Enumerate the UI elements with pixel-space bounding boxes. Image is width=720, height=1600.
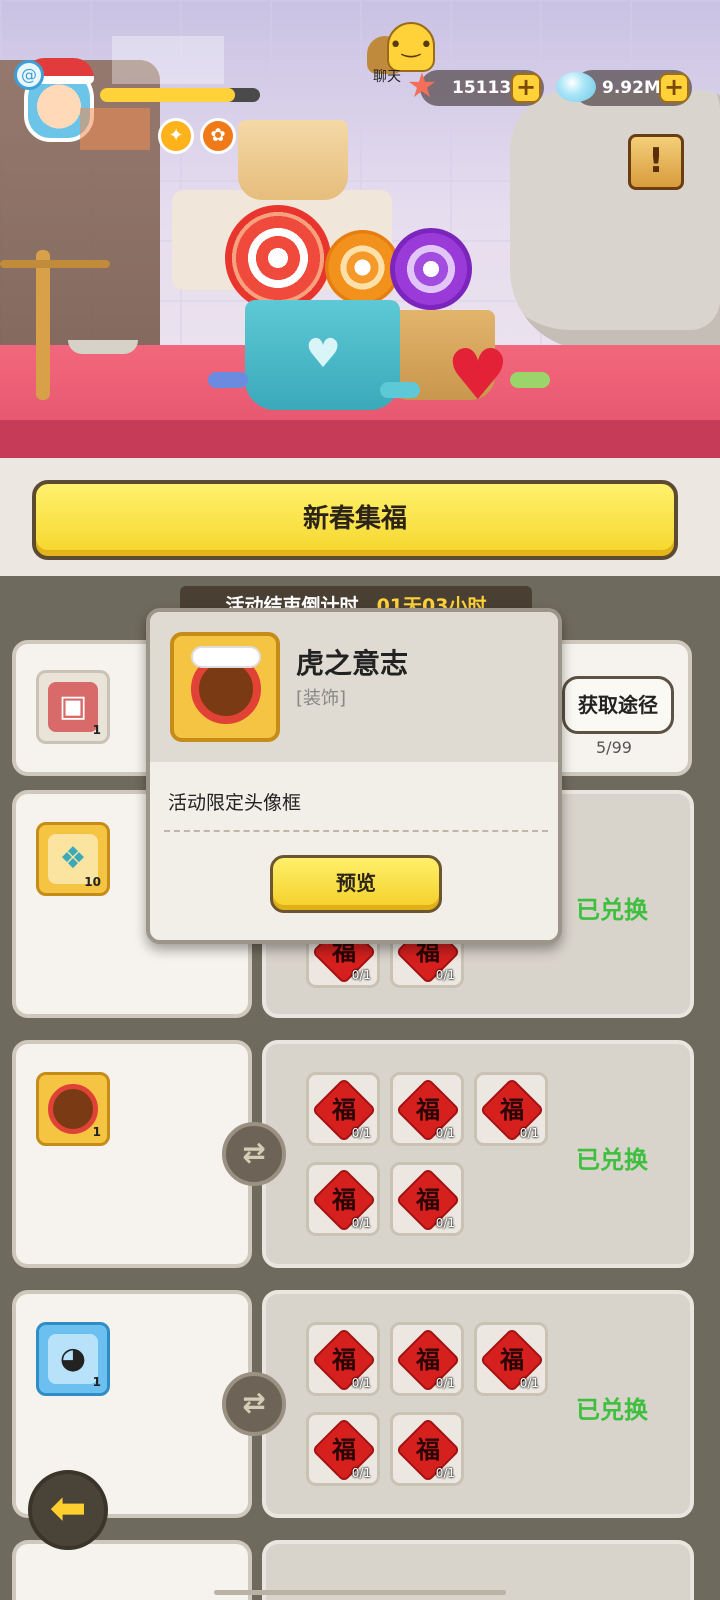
heart-candy: ♥: [446, 334, 510, 416]
quest-icon[interactable]: !: [628, 134, 684, 190]
fu-card[interactable]: 福 0/1: [306, 1412, 380, 1486]
chat-icon: •‿•: [387, 22, 435, 72]
vip-swirl-icon: @: [14, 60, 44, 90]
fu-card[interactable]: 福 0/1: [474, 1322, 548, 1396]
reward-item-avatar-frame[interactable]: 1: [36, 1072, 110, 1146]
ticket-icon: ▣: [48, 682, 98, 732]
wrapped-candy: [208, 372, 248, 388]
popup-header: 虎之意志 [装饰]: [150, 612, 558, 762]
fu-card[interactable]: 福 0/1: [390, 1162, 464, 1236]
exchanged-status: 已兑换: [576, 1396, 648, 1424]
divider: [164, 830, 548, 832]
add-gem-button[interactable]: +: [659, 73, 689, 103]
chat-label: 聊天: [373, 69, 401, 85]
back-arrow-icon[interactable]: ⬅: [28, 1470, 108, 1550]
fu-card[interactable]: 福 0/1: [390, 1412, 464, 1486]
player-level-blurred: [80, 108, 150, 150]
purple-lollipop: [390, 228, 472, 310]
orange-lollipop: [325, 230, 400, 305]
gem-icon: [556, 72, 596, 102]
exchanged-status: 已兑换: [576, 1146, 648, 1174]
avatar-frame-icon: [48, 1084, 98, 1134]
reward-count: 10: [84, 875, 101, 889]
popup-item-type: [装饰]: [296, 688, 347, 709]
reward-count: 1: [92, 723, 101, 737]
popup-item-description: 活动限定头像框: [168, 792, 302, 814]
reward-count: 1: [92, 1375, 101, 1389]
reward-item-gift-box[interactable]: ❖ 10: [36, 822, 110, 896]
event-title-banner: 新春集福: [32, 480, 678, 560]
starfish-icon: ★: [406, 66, 438, 106]
get-source-button[interactable]: 获取途径: [562, 676, 674, 734]
scale-decoration: [0, 250, 138, 400]
exchanged-status: 已兑换: [576, 896, 648, 924]
popup-item-title: 虎之意志: [296, 647, 409, 680]
swap-icon: ⇄: [222, 1122, 286, 1186]
gem-value: 9.92M: [602, 78, 661, 98]
scene-rock-statue: [510, 90, 720, 350]
fu-card[interactable]: 福 0/1: [306, 1322, 380, 1396]
progress-count: 5/99: [596, 738, 632, 757]
candy-bucket: ♥: [245, 300, 400, 410]
title-banner-area: 新春集福: [0, 458, 720, 576]
reward-item-pet[interactable]: ◕ 1: [36, 1322, 110, 1396]
rank-badge-icon[interactable]: ✿: [200, 118, 236, 154]
home-indicator[interactable]: [214, 1590, 506, 1595]
player-name-blurred: [112, 36, 224, 84]
fu-card[interactable]: 福 0/1: [306, 1162, 380, 1236]
event-scene: ♥ ♥ @ ✦ ✿ •‿• 聊天 ★ 15113 + 9.92M + !: [0, 0, 720, 470]
red-lollipop: [225, 205, 331, 311]
reward-item-ticket[interactable]: ▣ 1: [36, 670, 110, 744]
gem-counter: 9.92M +: [556, 70, 692, 106]
medal-icon[interactable]: ✦: [158, 118, 194, 154]
preview-button[interactable]: 预览: [270, 855, 442, 913]
add-starfish-button[interactable]: +: [511, 73, 541, 103]
fu-card[interactable]: 福 0/1: [390, 1322, 464, 1396]
fu-card[interactable]: 福 0/1: [474, 1072, 548, 1146]
wrapped-candy: [380, 382, 420, 398]
wrapped-candy: [510, 372, 550, 388]
exp-bar: [100, 88, 260, 102]
item-detail-popup: 虎之意志 [装饰] 活动限定头像框 预览: [146, 608, 562, 944]
event-title: 新春集福: [302, 504, 407, 534]
swap-icon: ⇄: [222, 1372, 286, 1436]
fu-card[interactable]: 福 0/1: [306, 1072, 380, 1146]
candy-bucket-top: [238, 120, 348, 200]
pet-icon: ◕: [48, 1334, 98, 1384]
starfish-counter: ★ 15113 +: [407, 66, 544, 106]
reward-count: 1: [92, 1125, 101, 1139]
avatar-frame-icon: [170, 632, 280, 742]
fu-card[interactable]: 福 0/1: [390, 1072, 464, 1146]
starfish-value: 15113: [452, 78, 512, 98]
